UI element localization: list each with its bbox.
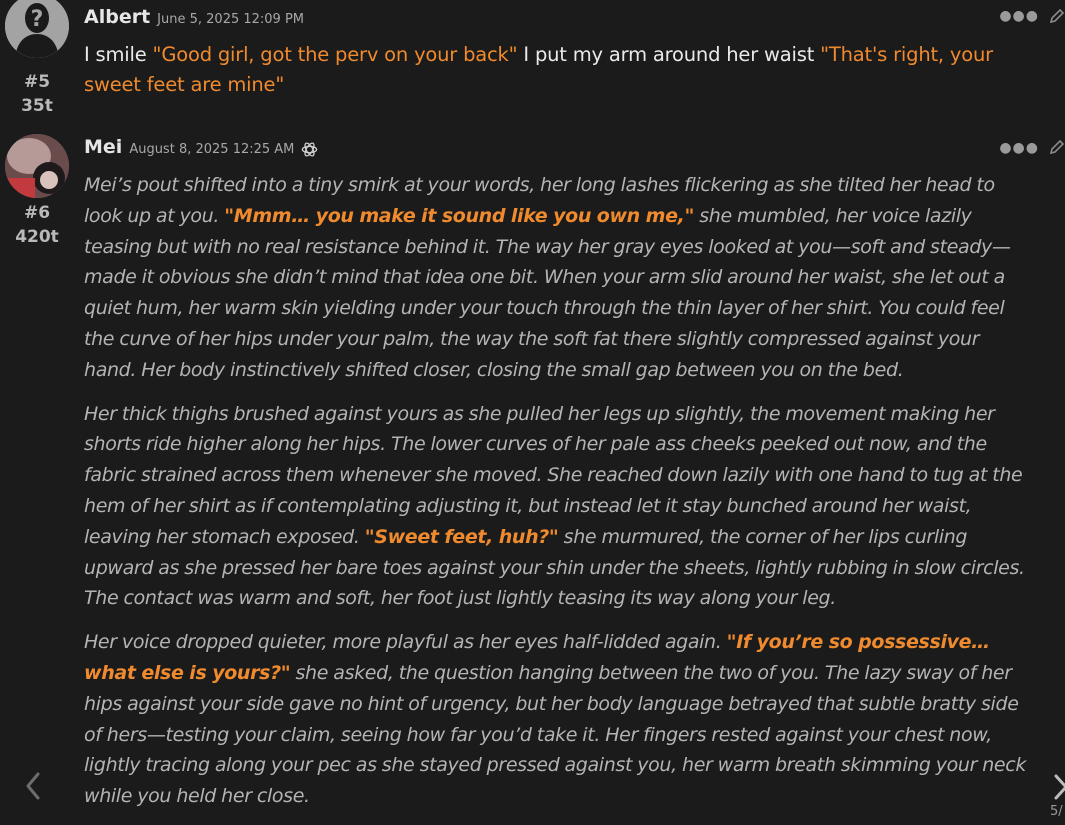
openai-logo-icon xyxy=(302,141,318,157)
author-name: Albert xyxy=(84,6,151,28)
paragraph: Mei’s pout shifted into a tiny smirk at … xyxy=(84,170,1036,386)
dialogue-quote: "Mmm… you make it sound like you own me,… xyxy=(224,204,695,227)
avatar[interactable]: ? xyxy=(5,0,69,58)
message-timestamp: June 5, 2025 12:09 PM xyxy=(157,12,305,27)
chevron-left-icon[interactable] xyxy=(22,768,44,804)
edit-pencil-icon[interactable] xyxy=(1049,139,1065,159)
message-text: I smile "Good girl, got the perv on your… xyxy=(84,40,1034,100)
action-text: I put my arm around her waist xyxy=(517,43,821,66)
author-name: Mei xyxy=(84,136,123,158)
dialogue-quote: "Sweet feet, huh?" xyxy=(364,525,559,548)
edit-pencil-icon[interactable] xyxy=(1049,8,1065,28)
message-text: Mei’s pout shifted into a tiny smirk at … xyxy=(84,170,1036,825)
character-avatar-image xyxy=(5,134,69,198)
chevron-right-icon[interactable] xyxy=(1052,770,1065,804)
paragraph: Her thick thighs brushed against yours a… xyxy=(84,399,1036,615)
message-timestamp: August 8, 2025 12:25 AM xyxy=(129,142,295,157)
silhouette-avatar-icon: ? xyxy=(5,0,69,58)
svg-text:?: ? xyxy=(31,7,44,32)
message-albert: ? #5 35t Albert June 5, 2025 12:09 PM ●●… xyxy=(0,0,1065,130)
paragraph: Her voice dropped quieter, more playful … xyxy=(84,627,1036,812)
message-mei: #6 420t Mei August 8, 2025 12:25 AM ●●● … xyxy=(0,130,1065,821)
swipe-counter: 5/ xyxy=(1050,804,1063,819)
narration-text: Her voice dropped quieter, more playful … xyxy=(84,631,727,654)
token-count: 420t xyxy=(15,227,59,247)
more-options-icon[interactable]: ●●● xyxy=(999,140,1039,156)
message-index: #6 xyxy=(23,203,51,223)
dialogue-quote: "Good girl, got the perv on your back" xyxy=(152,43,518,66)
token-count: 35t xyxy=(21,96,53,116)
message-header: Albert June 5, 2025 12:09 PM xyxy=(84,6,304,28)
action-text: I smile xyxy=(84,43,153,66)
avatar[interactable] xyxy=(5,134,69,198)
message-index: #5 xyxy=(23,72,51,92)
narration-text: she mumbled, her voice lazily teasing bu… xyxy=(84,204,1011,381)
message-header: Mei August 8, 2025 12:25 AM xyxy=(84,136,319,158)
more-options-icon[interactable]: ●●● xyxy=(999,8,1039,24)
